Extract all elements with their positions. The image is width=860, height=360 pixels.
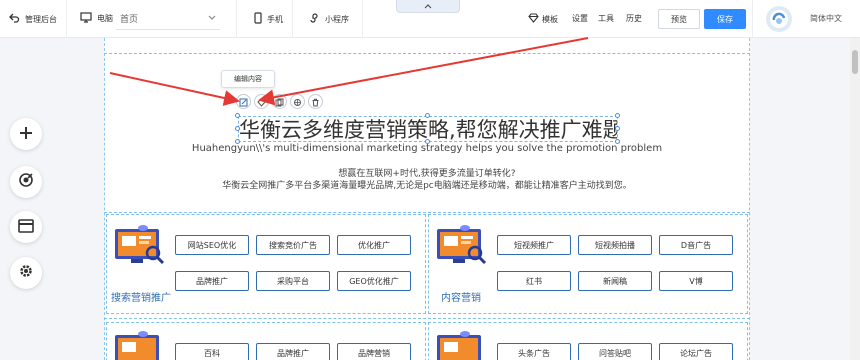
diamond-icon [528,13,539,25]
language-value: 简体中文 [810,14,842,23]
trash-icon [311,92,320,111]
delete-button[interactable] [308,94,323,109]
device-miniapp-button[interactable]: 小程序 [308,12,349,26]
service-card[interactable]: 百科 品牌推广 品牌营销 [106,322,426,360]
chevron-up-icon [424,2,432,11]
gear-icon [18,263,34,283]
service-tag[interactable]: GEO优化推广 [337,271,411,291]
mobile-label: 手机 [267,14,283,24]
card-title: 搜索营销推广 [111,293,171,304]
section-divider [104,212,750,213]
element-toolbar [236,94,323,109]
service-tag[interactable]: 品牌推广 [175,271,249,291]
resize-handle[interactable] [235,113,240,118]
miniapp-label: 小程序 [325,14,349,24]
edit-content-tooltip: 编辑内容 [221,70,275,88]
service-tag[interactable]: 头条广告 [497,343,571,360]
service-card[interactable]: 头条广告 问答贴吧 论坛广告 [428,322,748,360]
back-arrow-icon [8,12,20,26]
settings-button[interactable]: 设置 [572,13,588,24]
service-tag[interactable]: 论坛广告 [659,343,733,360]
language-select[interactable]: 简体中文 [810,13,842,24]
editor-root: 管理后台 电脑 首页 手机 小程序 模板 设置 工具 历史 预览 保存 简体中文… [0,0,860,360]
device-mobile-button[interactable]: 手机 [254,12,283,26]
plus-icon [19,125,33,144]
service-illustration-icon [115,331,159,360]
service-illustration-icon [437,331,481,360]
history-button[interactable]: 历史 [626,13,642,24]
section-divider [104,53,750,54]
service-tag[interactable]: 采购平台 [256,271,330,291]
style-button[interactable] [254,94,269,109]
page-select[interactable]: 首页 [116,8,220,30]
service-card[interactable]: 搜索营销推广 网站SEO优化 搜索竞价广告 优化推广 品牌推广 采购平台 GEO… [106,214,426,314]
layout-icon [18,218,34,237]
tools-button[interactable]: 工具 [598,13,614,24]
service-tag[interactable]: D音广告 [659,235,733,255]
service-tag[interactable]: 红书 [497,271,571,291]
preview-label: 预览 [671,14,687,24]
page-select-value: 首页 [120,15,139,25]
animation-button[interactable] [290,94,305,109]
save-label: 保存 [717,14,733,24]
device-label: 电脑 [97,14,113,23]
save-button[interactable]: 保存 [704,9,746,29]
content-marketing-illustration-icon [437,225,487,265]
service-tag[interactable]: 优化推广 [337,235,411,255]
chevron-down-icon [208,14,216,24]
tools-label: 工具 [598,14,614,23]
service-tag[interactable]: 品牌推广 [256,343,330,360]
card-title: 内容营销 [441,293,481,304]
device-pc-button[interactable]: 电脑 [80,12,113,25]
back-to-admin-button[interactable]: 管理后台 [8,12,57,26]
section-divider [104,318,750,319]
layout-tool-button[interactable] [10,211,42,243]
resize-handle[interactable] [615,126,620,131]
service-card[interactable]: 内容营销 短视频推广 短视频拍播 D音广告 红书 新闻稿 V博 [428,214,748,314]
avatar[interactable] [766,6,792,32]
resize-handle[interactable] [235,126,240,131]
miniapp-icon [308,12,320,26]
service-tag[interactable]: 搜索竞价广告 [256,235,330,255]
settings-label: 设置 [572,14,588,23]
service-tag[interactable]: V博 [659,271,733,291]
edit-button[interactable] [236,94,251,109]
service-tag[interactable]: 短视频拍播 [578,235,652,255]
settings-tool-button[interactable] [10,257,42,289]
template-label: 模板 [542,14,558,24]
intro-line-2: 华衡云全网推广多平台多渠道海量曝光品牌,无论是pc电脑端还是移动端，都能让精准客… [222,181,632,191]
scrollbar-thumb[interactable] [852,50,858,74]
service-tag[interactable]: 百科 [175,343,249,360]
monitor-icon [80,12,92,25]
service-tag[interactable]: 网站SEO优化 [175,235,249,255]
service-tag[interactable]: 新闻稿 [578,271,652,291]
search-marketing-illustration-icon [115,225,165,265]
back-label: 管理后台 [25,14,57,24]
phone-icon [254,12,262,26]
vertical-scrollbar[interactable] [850,38,860,360]
palette-icon [257,92,266,111]
animation-icon [293,92,302,111]
collapse-toolbar-button[interactable] [396,0,460,13]
resize-handle[interactable] [425,113,430,118]
avatar-logo-icon [770,10,788,28]
edit-icon [239,92,248,111]
resize-handle[interactable] [615,113,620,118]
template-button[interactable]: 模板 [528,13,558,25]
target-icon [18,172,34,192]
headline-subtitle-en: Huahengyun\\'s multi-dimensional marketi… [191,143,663,154]
copy-button[interactable] [272,94,287,109]
tooltip-text: 编辑内容 [234,75,262,83]
preview-button[interactable]: 预览 [658,9,700,29]
target-tool-button[interactable] [10,166,42,198]
add-module-button[interactable] [10,118,42,150]
history-label: 历史 [626,14,642,23]
service-tag[interactable]: 短视频推广 [497,235,571,255]
service-tag[interactable]: 问答贴吧 [578,343,652,360]
copy-icon [275,92,284,111]
service-tag[interactable]: 品牌营销 [337,343,411,360]
